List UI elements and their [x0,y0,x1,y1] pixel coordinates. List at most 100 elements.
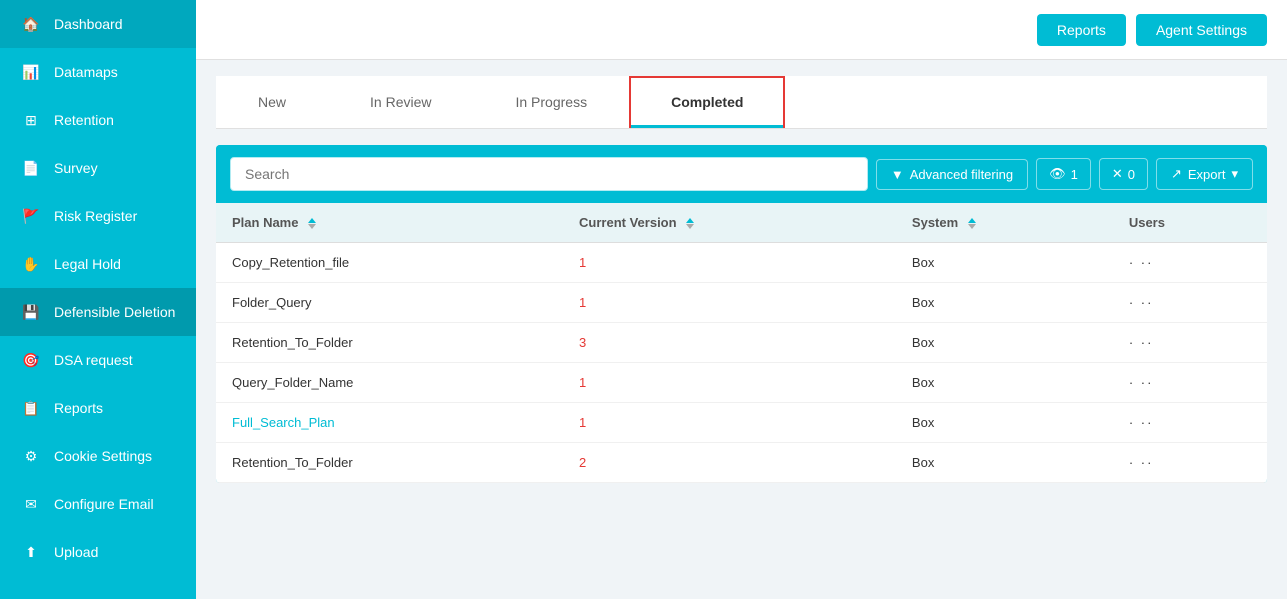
sidebar-item-configure-email[interactable]: ✉ Configure Email [0,480,196,528]
cell-version: 2 [563,443,896,483]
tab-in-progress[interactable]: In Progress [473,76,629,128]
cell-system: Box [896,403,1113,443]
sidebar-item-risk-register[interactable]: 🚩 Risk Register [0,192,196,240]
cell-system: Box [896,283,1113,323]
table-row: Query_Folder_Name 1 Box · ·· [216,363,1267,403]
filter-count-button[interactable]: 👁 1 [1036,158,1091,190]
cell-users: · ·· [1113,443,1267,483]
table-row: Copy_Retention_file 1 Box · ·· [216,243,1267,283]
sort-icons-version [686,218,694,229]
sidebar-label-datamaps: Datamaps [54,64,118,80]
tabs-bar: NewIn ReviewIn ProgressCompleted [216,76,1267,129]
table-panel: ▼ Advanced filtering 👁 1 ✕ 0 ↗ Export ▾ [216,145,1267,483]
search-input[interactable] [230,157,868,191]
survey-icon: 📄 [20,157,42,179]
col-users: Users [1113,203,1267,243]
sort-down-icon [686,224,694,229]
cell-version: 1 [563,403,896,443]
tab-new[interactable]: New [216,76,328,128]
sidebar-label-dashboard: Dashboard [54,16,123,32]
export-button[interactable]: ↗ Export ▾ [1156,158,1253,190]
topbar: Reports Agent Settings [196,0,1287,60]
legal-hold-icon: ✋ [20,253,42,275]
cell-version: 3 [563,323,896,363]
cell-plan-name: Folder_Query [216,283,563,323]
table-row: Folder_Query 1 Box · ·· [216,283,1267,323]
table-body: Copy_Retention_file 1 Box · ·· Folder_Qu… [216,243,1267,483]
table-row: Retention_To_Folder 3 Box · ·· [216,323,1267,363]
reports-button[interactable]: Reports [1037,14,1126,46]
sidebar-label-cookie-settings: Cookie Settings [54,448,152,464]
sidebar-item-survey[interactable]: 📄 Survey [0,144,196,192]
sort-icons-plan [308,218,316,229]
sidebar-item-defensible-deletion[interactable]: 💾 Defensible Deletion [0,288,196,336]
chevron-down-icon: ▾ [1231,166,1238,182]
cell-system: Box [896,363,1113,403]
sidebar-label-risk-register: Risk Register [54,208,137,224]
reports-icon: 📋 [20,397,42,419]
cookie-settings-icon: ⚙ [20,445,42,467]
risk-register-icon: 🚩 [20,205,42,227]
retention-icon: ⊞ [20,109,42,131]
filter-icon: ▼ [891,167,904,182]
table-row: Retention_To_Folder 2 Box · ·· [216,443,1267,483]
content-area: NewIn ReviewIn ProgressCompleted ▼ Advan… [196,60,1287,599]
dsa-request-icon: 🎯 [20,349,42,371]
cell-version: 1 [563,363,896,403]
sidebar-label-dsa-request: DSA request [54,352,133,368]
sidebar-label-upload: Upload [54,544,98,560]
tab-completed[interactable]: Completed [629,76,785,128]
toolbar: ▼ Advanced filtering 👁 1 ✕ 0 ↗ Export ▾ [216,145,1267,203]
advanced-filtering-button[interactable]: ▼ Advanced filtering [876,159,1028,190]
tab-in-review[interactable]: In Review [328,76,473,128]
sidebar-label-legal-hold: Legal Hold [54,256,121,272]
export-icon: ↗ [1171,166,1182,182]
main-content: Reports Agent Settings NewIn ReviewIn Pr… [196,0,1287,599]
x-icon: ✕ [1112,166,1123,182]
eye-icon: 👁 [1049,166,1066,182]
cell-users: · ·· [1113,403,1267,443]
sidebar-item-legal-hold[interactable]: ✋ Legal Hold [0,240,196,288]
dashboard-icon: 🏠 [20,13,42,35]
sort-up-icon [686,218,694,223]
x-count-button[interactable]: ✕ 0 [1099,158,1148,190]
sidebar-item-datamaps[interactable]: 📊 Datamaps [0,48,196,96]
col-system[interactable]: System [896,203,1113,243]
sidebar-item-dashboard[interactable]: 🏠 Dashboard [0,0,196,48]
sidebar-item-cookie-settings[interactable]: ⚙ Cookie Settings [0,432,196,480]
datamaps-icon: 📊 [20,61,42,83]
cell-system: Box [896,243,1113,283]
cell-plan-name: Retention_To_Folder [216,443,563,483]
upload-icon: ⬆ [20,541,42,563]
sidebar-label-reports: Reports [54,400,103,416]
cell-users: · ·· [1113,363,1267,403]
data-table: Plan Name Current Version [216,203,1267,483]
cell-plan-name: Query_Folder_Name [216,363,563,403]
sidebar-item-upload[interactable]: ⬆ Upload [0,528,196,576]
sort-down-icon [308,224,316,229]
sidebar-label-configure-email: Configure Email [54,496,154,512]
cell-system: Box [896,323,1113,363]
sidebar-item-reports[interactable]: 📋 Reports [0,384,196,432]
agent-settings-button[interactable]: Agent Settings [1136,14,1267,46]
sidebar-label-survey: Survey [54,160,98,176]
sort-up-icon [308,218,316,223]
col-plan-name[interactable]: Plan Name [216,203,563,243]
sidebar: 🏠 Dashboard 📊 Datamaps ⊞ Retention 📄 Sur… [0,0,196,599]
cell-plan-name[interactable]: Full_Search_Plan [216,403,563,443]
cell-users: · ·· [1113,283,1267,323]
table-row: Full_Search_Plan 1 Box · ·· [216,403,1267,443]
col-current-version[interactable]: Current Version [563,203,896,243]
sidebar-label-retention: Retention [54,112,114,128]
cell-system: Box [896,443,1113,483]
configure-email-icon: ✉ [20,493,42,515]
table-header: Plan Name Current Version [216,203,1267,243]
sidebar-label-defensible-deletion: Defensible Deletion [54,304,175,320]
sidebar-item-retention[interactable]: ⊞ Retention [0,96,196,144]
sort-icons-system [968,218,976,229]
cell-version: 1 [563,283,896,323]
defensible-deletion-icon: 💾 [20,301,42,323]
cell-users: · ·· [1113,323,1267,363]
cell-version: 1 [563,243,896,283]
sidebar-item-dsa-request[interactable]: 🎯 DSA request [0,336,196,384]
